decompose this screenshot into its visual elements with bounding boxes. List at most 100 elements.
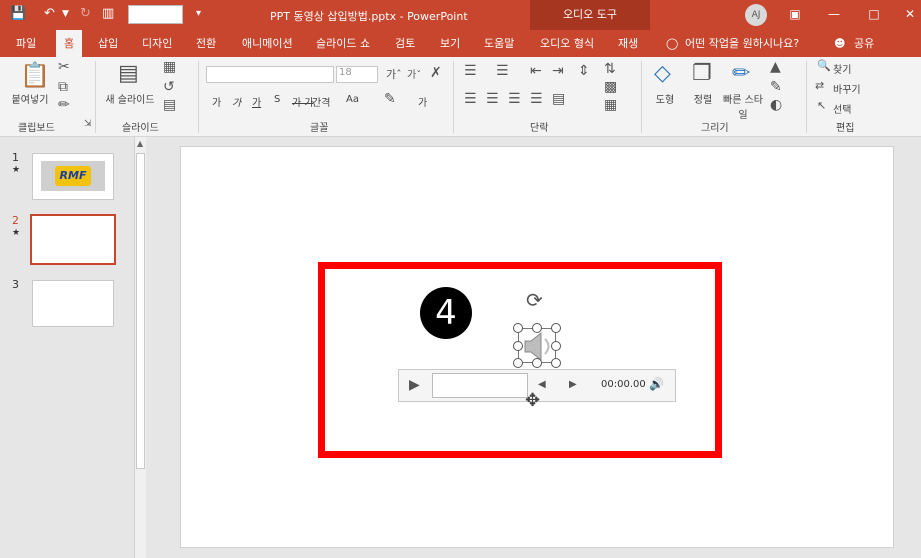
align-right-icon[interactable]: ☰ (508, 91, 521, 107)
resize-handle[interactable] (551, 341, 561, 351)
strikethrough-button[interactable]: 가 가 (292, 94, 314, 109)
tab-slideshow[interactable]: 슬라이드 쇼 (308, 30, 378, 57)
tab-transitions[interactable]: 전환 (188, 30, 224, 57)
resize-handle[interactable] (513, 358, 523, 368)
shapes-icon[interactable]: ◇ (654, 61, 671, 86)
spacing-button[interactable]: 간격 (312, 94, 330, 109)
dialog-launcher-icon[interactable]: ⇲ (84, 119, 92, 129)
resize-handle[interactable] (513, 341, 523, 351)
tab-playback[interactable]: 재생 (610, 30, 646, 57)
tab-insert[interactable]: 삽입 (90, 30, 126, 57)
slide-thumbnail-3[interactable] (32, 280, 114, 327)
logo-image: RMF (41, 161, 105, 191)
tell-me-search[interactable]: 어떤 작업을 원하시나요? (677, 30, 807, 57)
thumbnail-scrollbar[interactable]: ▲ (134, 137, 146, 558)
tab-design[interactable]: 디자인 (134, 30, 180, 57)
new-slide-button[interactable]: 새 슬라이드 (102, 91, 158, 106)
tab-home[interactable]: 홈 (56, 30, 83, 59)
quick-styles-icon[interactable]: ✏ (732, 61, 750, 86)
resize-handle[interactable] (513, 323, 523, 333)
font-name-dropdown[interactable] (206, 66, 334, 83)
columns-icon[interactable]: ▤ (552, 91, 565, 107)
arrange-button[interactable]: 정렬 (690, 91, 716, 106)
resize-handle[interactable] (551, 323, 561, 333)
layout-icon[interactable]: ▦ (163, 59, 176, 75)
resize-handle[interactable] (532, 323, 542, 333)
tab-help[interactable]: 도움말 (476, 30, 522, 57)
clear-format-icon[interactable]: ✗ (430, 65, 442, 81)
resize-handle[interactable] (551, 358, 561, 368)
replace-icon: ⇄ (815, 79, 825, 92)
font-size-dropdown[interactable]: 18 (336, 66, 378, 83)
share-button[interactable]: 공유 (846, 30, 882, 57)
new-slide-icon[interactable]: ▤ (118, 61, 139, 86)
tab-animations[interactable]: 애니메이션 (234, 30, 301, 57)
tab-view[interactable]: 보기 (432, 30, 468, 57)
play-icon[interactable]: ▶ (409, 377, 420, 393)
save-icon[interactable]: 💾 (10, 6, 26, 21)
window-title: PPT 동영상 삽입방법.pptx - PowerPoint (270, 10, 468, 23)
rotate-handle-icon[interactable]: ⟳ (526, 288, 543, 312)
maximize-icon[interactable]: □ (862, 4, 886, 24)
change-case-button[interactable]: Aa (346, 94, 359, 105)
tab-review[interactable]: 검토 (387, 30, 423, 57)
shape-fill-icon[interactable]: ▲ (770, 59, 781, 75)
present-icon[interactable]: ▥ (102, 6, 114, 21)
scroll-thumb[interactable] (136, 153, 145, 469)
progress-bar[interactable] (432, 373, 528, 398)
highlight-icon[interactable]: ✎ (384, 91, 396, 107)
divider (806, 61, 807, 133)
close-icon[interactable]: ✕ (898, 4, 921, 24)
paste-icon[interactable]: 📋 (20, 61, 50, 89)
grow-font-icon[interactable]: 가ˆ (386, 66, 402, 82)
bullets-icon[interactable]: ☰ (464, 63, 477, 79)
tab-audio-format[interactable]: 오디오 형식 (532, 30, 602, 57)
resize-handle[interactable] (532, 358, 542, 368)
undo-dropdown-icon[interactable]: ▼ (62, 9, 69, 19)
slide-thumbnail-1[interactable]: RMF (32, 153, 114, 200)
find-button[interactable]: 찾기 (833, 61, 851, 76)
shapes-button[interactable]: 도형 (652, 91, 678, 106)
shadow-button[interactable]: S (274, 94, 280, 105)
reset-icon[interactable]: ↺ (163, 79, 175, 95)
minimize-icon[interactable]: — (822, 4, 846, 24)
section-icon[interactable]: ▤ (163, 97, 176, 113)
justify-icon[interactable]: ☰ (530, 91, 543, 107)
rewind-icon[interactable]: ◀ (538, 379, 546, 390)
quick-styles-button[interactable]: 빠른 스타일 (722, 91, 764, 121)
bold-button[interactable]: 가 (212, 94, 221, 109)
align-left-icon[interactable]: ☰ (464, 91, 477, 107)
undo-icon[interactable]: ↶ (44, 6, 55, 21)
replace-button[interactable]: 바꾸기 (833, 81, 861, 96)
tab-file[interactable]: 파일 (8, 30, 44, 57)
slide-thumbnail-2[interactable] (30, 214, 116, 265)
arrange-icon[interactable]: ❐ (692, 61, 712, 86)
underline-button[interactable]: 가 (252, 94, 261, 109)
align-center-icon[interactable]: ☰ (486, 91, 499, 107)
volume-icon[interactable]: 🔊 (649, 377, 664, 391)
ribbon-display-icon[interactable]: ▣ (783, 4, 807, 24)
shape-outline-icon[interactable]: ✎ (770, 79, 782, 95)
increase-indent-icon[interactable]: ⇥ (552, 63, 564, 79)
format-painter-icon[interactable]: ✏ (58, 97, 70, 113)
select-button[interactable]: 선택 (833, 101, 851, 116)
italic-button[interactable]: 가 (232, 94, 241, 109)
paste-button[interactable]: 붙여넣기 (8, 91, 52, 106)
text-direction-icon[interactable]: ⇅ (604, 61, 616, 77)
paragraph-group-label: 단락 (530, 123, 549, 134)
shrink-font-icon[interactable]: 가ˇ (407, 66, 421, 81)
shape-effects-icon[interactable]: ◐ (770, 97, 782, 113)
align-text-icon[interactable]: ▩ (604, 79, 617, 95)
quick-access-combo[interactable] (128, 5, 183, 24)
customize-toolbar-icon[interactable]: ▾ (196, 8, 201, 19)
avatar[interactable]: AJ (745, 4, 767, 26)
smartart-icon[interactable]: ▦ (604, 97, 617, 113)
font-color-button[interactable]: 가 (418, 94, 427, 109)
line-spacing-icon[interactable]: ⇕ (578, 63, 590, 79)
cut-icon[interactable]: ✂ (58, 59, 70, 75)
forward-icon[interactable]: ▶ (569, 379, 577, 390)
copy-icon[interactable]: ⧉ (58, 79, 68, 95)
scroll-up-icon[interactable]: ▲ (137, 139, 143, 148)
decrease-indent-icon[interactable]: ⇤ (530, 63, 542, 79)
numbering-icon[interactable]: ☰ (496, 63, 509, 79)
